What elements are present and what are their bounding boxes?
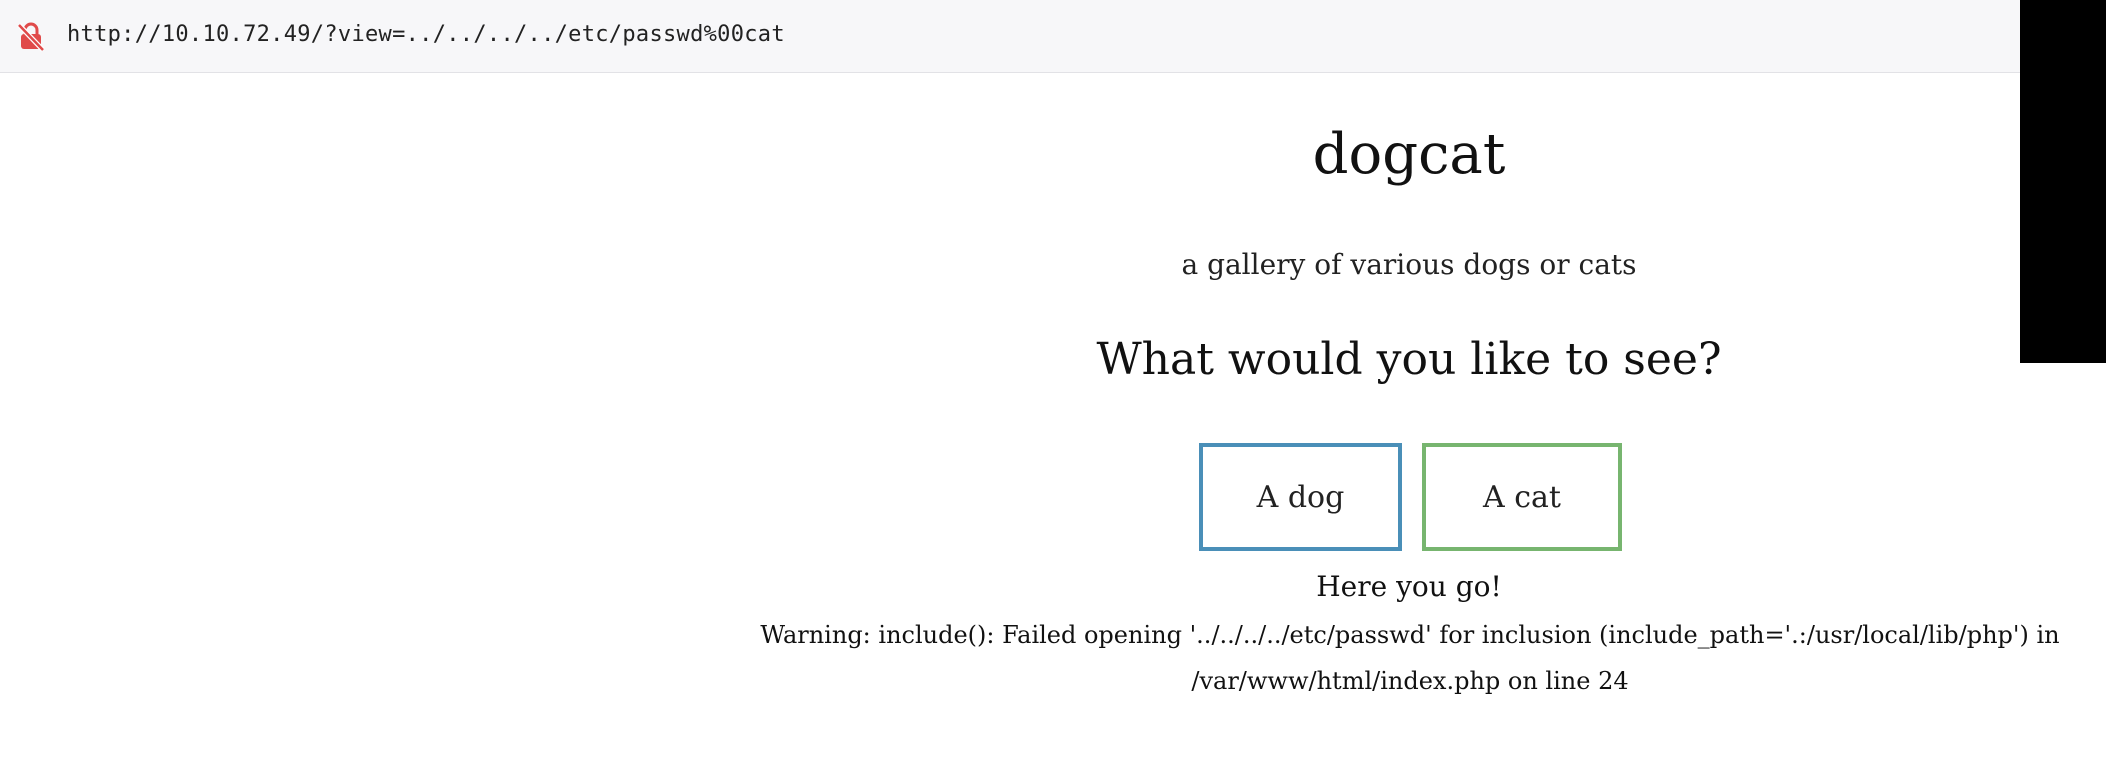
warning-line-1: Warning: include(): Failed opening '../.… — [760, 621, 2060, 649]
warning-line-2: /var/www/html/index.php on line 24 — [1191, 667, 1629, 695]
url-text[interactable]: http://10.10.72.49/?view=../../../../etc… — [67, 22, 785, 47]
browser-window: http://10.10.72.49/?view=../../../../etc… — [0, 0, 2106, 766]
result-text: Here you go! — [1316, 570, 1502, 603]
php-warning: Warning: include(): Failed opening '../.… — [760, 612, 2060, 704]
insecure-lock-icon[interactable] — [16, 20, 46, 52]
site-tagline: a gallery of various dogs or cats — [1181, 248, 1637, 281]
question-heading: What would you like to see? — [1096, 334, 1722, 385]
site-title: dogcat — [1312, 122, 1506, 187]
cat-button-label: A cat — [1483, 479, 1561, 515]
address-bar[interactable]: http://10.10.72.49/?view=../../../../etc… — [0, 0, 2020, 73]
dog-button[interactable]: A dog — [1199, 443, 1402, 551]
page-content: dogcat a gallery of various dogs or cats… — [0, 72, 2059, 766]
dog-button-label: A dog — [1256, 479, 1345, 515]
cat-button[interactable]: A cat — [1422, 443, 1622, 551]
